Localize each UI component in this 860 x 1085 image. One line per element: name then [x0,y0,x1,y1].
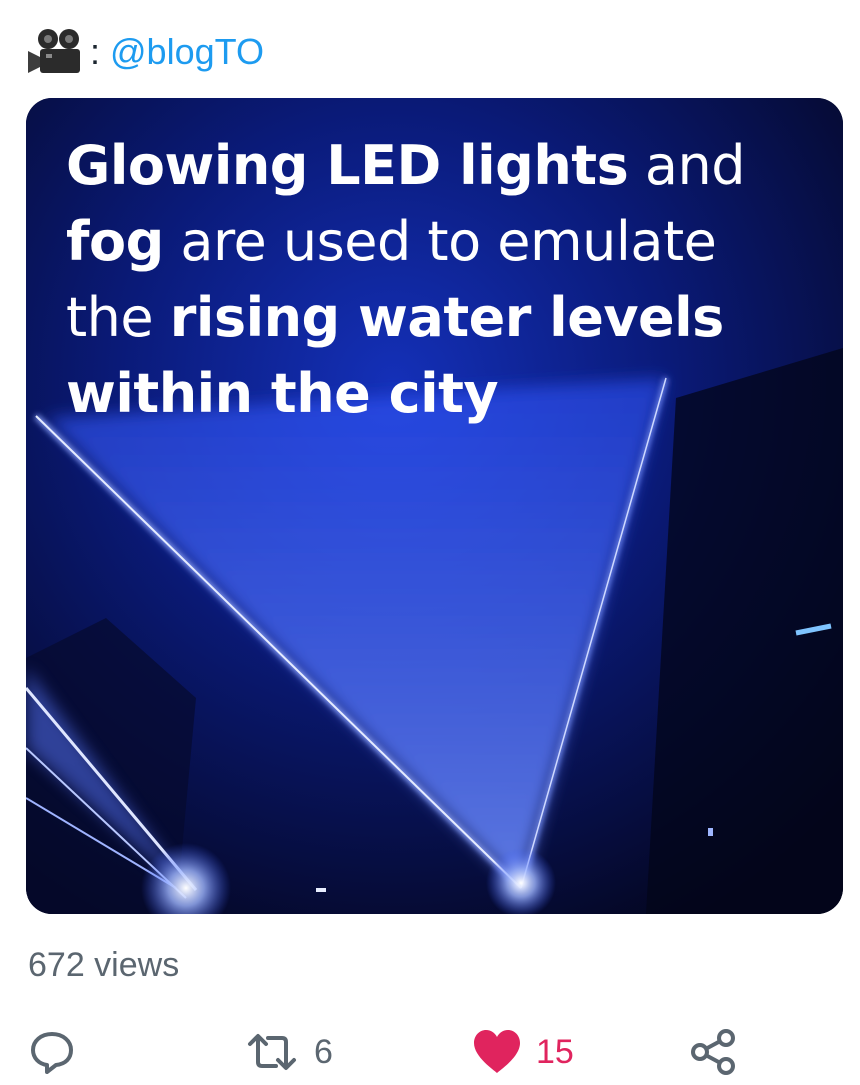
caption-text: are used to emulate [163,210,717,273]
heart-icon [474,1030,520,1073]
video-credit: : @blogTO [26,22,264,82]
caption-text: Glowing LED lights [66,134,629,197]
retweet-icon [248,1034,296,1070]
caption-text: and [628,134,746,197]
caption-line: fog are used to emulate [66,204,836,280]
caption-line: the rising water levels [66,280,836,356]
credit-handle-link[interactable]: @blogTO [110,31,264,73]
view-count: 672 views [28,946,180,984]
reply-icon [31,1032,73,1074]
caption-text: rising water levels [169,286,725,349]
video-caption: Glowing LED lights and fog are used to e… [66,128,836,432]
caption-line: within the city [66,356,836,432]
reply-button[interactable] [28,1022,76,1082]
like-count: 15 [536,1032,574,1071]
credit-separator: : [90,31,101,72]
share-icon [691,1029,735,1075]
retweet-button[interactable]: 6 [244,1022,333,1082]
caption-text: within the city [66,362,499,425]
tweet-action-bar: 6 15 [0,1022,860,1082]
like-button[interactable]: 15 [472,1022,574,1082]
caption-text: the [66,286,170,349]
retweet-count: 6 [314,1032,333,1071]
caption-text: fog [66,210,164,273]
share-button[interactable] [688,1022,738,1082]
movie-camera-icon [28,29,80,73]
caption-line: Glowing LED lights and [66,128,836,204]
video-player[interactable]: Glowing LED lights and fog are used to e… [26,98,843,914]
